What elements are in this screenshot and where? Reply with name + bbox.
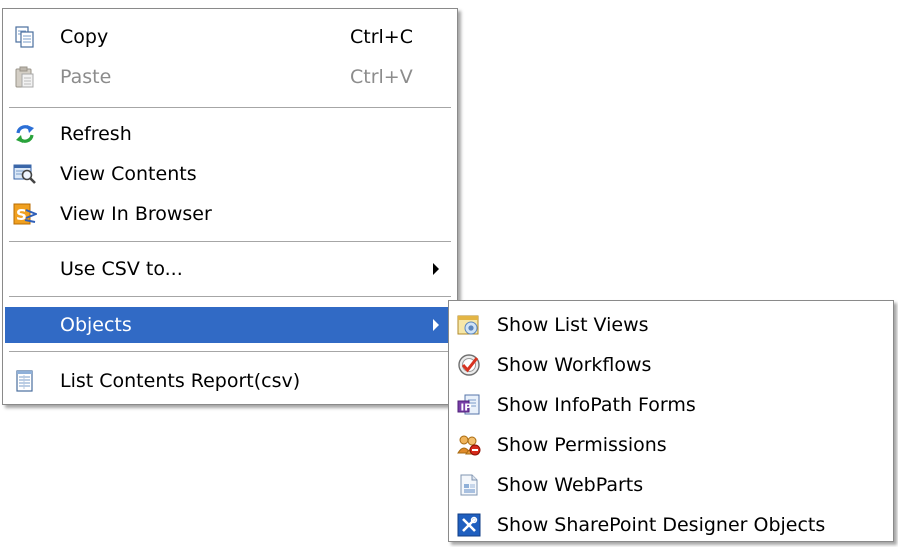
menu-item-view-in-browser[interactable]: S View In Browser	[5, 196, 455, 232]
menu-item-label: Use CSV to...	[60, 258, 183, 280]
submenu-item-label: Show InfoPath Forms	[497, 394, 696, 416]
submenu-arrow-icon	[433, 319, 439, 331]
menu-item-use-csv[interactable]: Use CSV to...	[5, 251, 455, 287]
submenu-item-show-webparts[interactable]: Show WebParts	[451, 467, 891, 503]
menu-separator	[9, 351, 451, 352]
submenu-item-show-designer-objects[interactable]: Show SharePoint Designer Objects	[451, 507, 891, 543]
menu-item-label: View In Browser	[60, 203, 212, 225]
menu-item-view-contents[interactable]: View Contents	[5, 156, 455, 192]
submenu-item-label: Show Workflows	[497, 354, 652, 376]
menu-item-label: Copy	[60, 26, 109, 48]
svg-text:S: S	[16, 206, 27, 224]
list-views-icon	[457, 313, 481, 337]
submenu-item-label: Show Permissions	[497, 434, 667, 456]
designer-tools-icon	[457, 513, 481, 537]
submenu-item-label: Show WebParts	[497, 474, 644, 496]
menu-item-objects[interactable]: Objects	[5, 307, 455, 343]
menu-item-label: View Contents	[60, 163, 197, 185]
menu-item-label: Objects	[60, 314, 132, 336]
view-contents-icon	[13, 162, 37, 186]
webparts-icon	[457, 473, 481, 497]
context-menu: Copy Ctrl+C Paste Ctrl+V Refresh View Co…	[2, 8, 458, 405]
infopath-icon: IP	[457, 393, 481, 417]
menu-item-list-contents-report[interactable]: List Contents Report(csv)	[5, 363, 455, 399]
submenu-item-show-permissions[interactable]: Show Permissions	[451, 427, 891, 463]
menu-item-shortcut: Ctrl+C	[350, 26, 413, 48]
submenu-item-show-infopath-forms[interactable]: IP Show InfoPath Forms	[451, 387, 891, 423]
menu-item-copy[interactable]: Copy Ctrl+C	[5, 19, 455, 55]
menu-separator	[9, 241, 451, 242]
menu-item-label: List Contents Report(csv)	[60, 370, 301, 392]
menu-separator	[9, 296, 451, 297]
menu-item-label: Refresh	[60, 123, 132, 145]
submenu-item-label: Show List Views	[497, 314, 649, 336]
menu-item-shortcut: Ctrl+V	[350, 66, 413, 88]
submenu-item-label: Show SharePoint Designer Objects	[497, 514, 826, 536]
menu-separator	[9, 107, 451, 108]
objects-submenu: Show List Views Show Workflows IP Show I…	[448, 300, 894, 542]
submenu-item-show-workflows[interactable]: Show Workflows	[451, 347, 891, 383]
submenu-item-show-list-views[interactable]: Show List Views	[451, 307, 891, 343]
workflow-icon	[457, 353, 481, 377]
paste-icon	[13, 65, 37, 89]
svg-text:IP: IP	[461, 403, 472, 414]
permissions-icon	[457, 433, 481, 457]
sharepoint-icon: S	[13, 202, 39, 226]
refresh-icon	[13, 122, 37, 146]
menu-item-refresh[interactable]: Refresh	[5, 116, 455, 152]
menu-item-paste[interactable]: Paste Ctrl+V	[5, 59, 455, 95]
report-icon	[13, 369, 37, 393]
submenu-arrow-icon	[433, 263, 439, 275]
copy-icon	[13, 25, 37, 49]
menu-item-label: Paste	[60, 66, 112, 88]
